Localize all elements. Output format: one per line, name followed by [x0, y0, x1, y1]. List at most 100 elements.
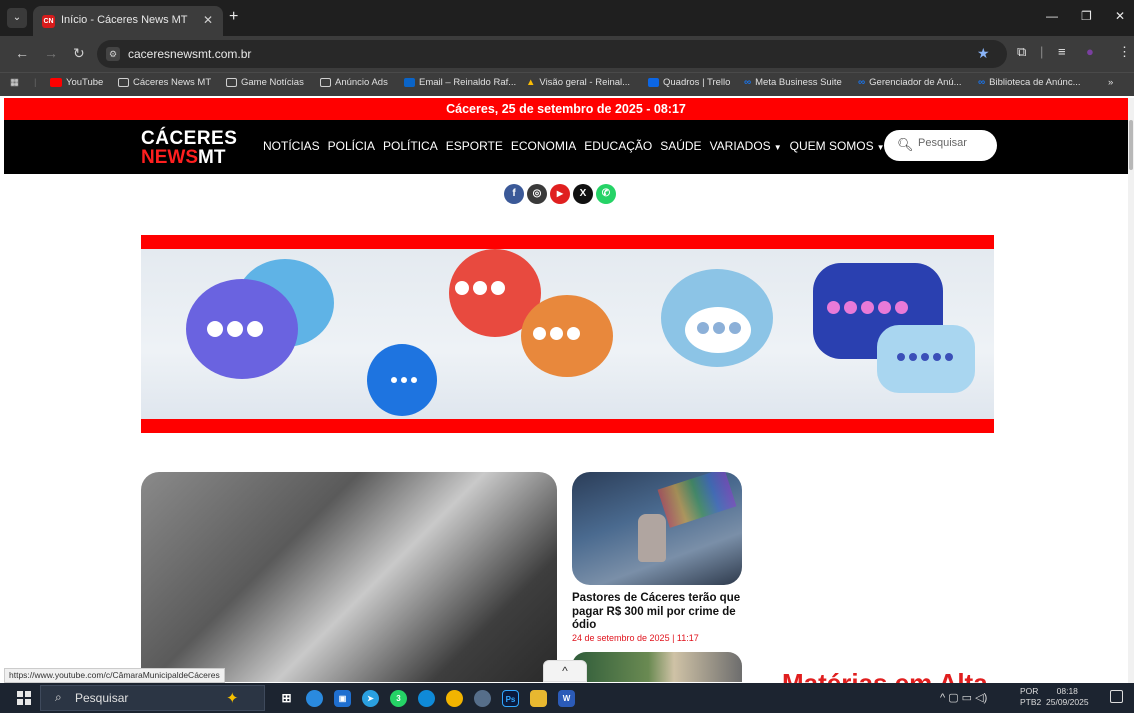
- logo-news-text: NEWS: [141, 147, 198, 168]
- bookmark-trello[interactable]: Quadros | Trello: [648, 77, 730, 88]
- url-text[interactable]: caceresnewsmt.com.br: [128, 47, 251, 61]
- copilot-sparkle-icon[interactable]: ✦: [226, 689, 239, 707]
- close-tab-icon[interactable]: ✕: [203, 13, 213, 27]
- taskbar-clock[interactable]: 08:18 25/09/2025: [1046, 686, 1089, 708]
- telegram-icon[interactable]: ➤: [362, 690, 379, 707]
- menu-kebab-icon[interactable]: ⋮: [1118, 44, 1131, 60]
- page-scrollbar[interactable]: [1128, 98, 1134, 683]
- nav-variados[interactable]: VARIADOS ▼: [710, 139, 782, 153]
- notifications-icon[interactable]: [1110, 690, 1123, 703]
- main-navigation: NOTÍCIAS POLÍCIA POLÍTICA ESPORTE ECONOM…: [263, 139, 885, 153]
- new-tab-button[interactable]: +: [229, 8, 238, 26]
- bookmark-caceres-news[interactable]: Cáceres News MT: [118, 77, 211, 88]
- youtube-icon: [50, 78, 62, 87]
- logo-newsmt[interactable]: NEWSMT: [141, 147, 225, 169]
- news-thumbnail-image[interactable]: [572, 472, 742, 585]
- address-bar[interactable]: ⚙ caceresnewsmt.com.br ★: [97, 40, 1007, 68]
- reload-icon[interactable]: ↻: [73, 45, 85, 62]
- close-window-icon[interactable]: ✕: [1115, 9, 1125, 23]
- bookmark-meta-business[interactable]: ∞ Meta Business Suite: [744, 77, 842, 88]
- paint-icon[interactable]: [474, 690, 491, 707]
- minimize-icon[interactable]: —: [1046, 9, 1058, 23]
- bookmark-biblioteca[interactable]: ∞ Biblioteca de Anúnc...: [978, 77, 1081, 88]
- bookmark-gerenciador[interactable]: ∞ Gerenciador de Anú...: [858, 77, 962, 88]
- apps-grid-icon[interactable]: ▦: [10, 77, 19, 88]
- logo-mt-text: MT: [198, 147, 226, 168]
- trello-icon: [648, 78, 659, 87]
- lang-top: POR: [1020, 686, 1039, 696]
- nav-economia[interactable]: ECONOMIA: [511, 139, 576, 153]
- chrome-icon[interactable]: [446, 690, 463, 707]
- nav-quem-somos[interactable]: QUEM SOMOS ▼: [790, 139, 885, 153]
- bookmark-label: Quadros | Trello: [663, 77, 731, 88]
- nav-policia[interactable]: POLÍCIA: [328, 139, 375, 153]
- bookmarks-bar: ▦ | YouTube Cáceres News MT Game Notícia…: [0, 72, 1134, 96]
- forward-icon[interactable]: →: [44, 45, 58, 61]
- bookmark-label: Gerenciador de Anú...: [869, 77, 962, 88]
- nav-saude[interactable]: SAÚDE: [660, 139, 701, 153]
- tab-search-dropdown-button[interactable]: ⌄: [7, 8, 27, 28]
- news-headline[interactable]: Pastores de Cáceres terão que pagar R$ 3…: [572, 592, 742, 633]
- outlook-icon: [404, 78, 415, 87]
- ad-banner-chat-bubbles[interactable]: [141, 249, 994, 419]
- nav-esporte[interactable]: ESPORTE: [446, 139, 503, 153]
- reading-list-icon[interactable]: ≡: [1058, 44, 1066, 59]
- photoshop-icon[interactable]: Ps: [502, 690, 519, 707]
- nav-educacao[interactable]: EDUCAÇÃO: [584, 139, 652, 153]
- edge-icon[interactable]: [418, 690, 435, 707]
- taskbar-search-text: Pesquisar: [75, 691, 129, 705]
- search-input[interactable]: [918, 137, 988, 149]
- tab-title: Início - Cáceres News MT: [61, 14, 188, 26]
- meta-icon: ∞: [858, 77, 866, 88]
- news-thumbnail-image[interactable]: [572, 652, 742, 682]
- nav-politica[interactable]: POLÍTICA: [383, 139, 438, 153]
- extensions-icon[interactable]: ⧉: [1017, 44, 1026, 60]
- search-icon: ⌕: [55, 690, 62, 704]
- bookmark-label: Game Notícias: [241, 77, 304, 88]
- back-icon[interactable]: ←: [15, 45, 29, 61]
- scrollbar-thumb[interactable]: [1129, 120, 1133, 170]
- whatsapp-icon[interactable]: ✆: [596, 184, 616, 204]
- store-icon[interactable]: ▣: [334, 690, 351, 707]
- youtube-icon[interactable]: ▶: [550, 184, 570, 204]
- scroll-to-top-button[interactable]: ^: [543, 660, 587, 682]
- whatsapp-icon[interactable]: 3: [390, 690, 407, 707]
- social-links: f ◎ ▶ X ✆: [504, 184, 616, 204]
- instagram-icon[interactable]: ◎: [527, 184, 547, 204]
- bookmark-email[interactable]: Email – Reinaldo Raf...: [404, 77, 516, 88]
- bookmark-star-icon[interactable]: ★: [977, 45, 990, 62]
- bookmark-label: Visão geral - Reinal...: [539, 77, 631, 88]
- meta-icon: ∞: [744, 77, 752, 88]
- bookmark-visao-geral[interactable]: ▲ Visão geral - Reinal...: [526, 77, 630, 88]
- file-explorer-icon[interactable]: [530, 690, 547, 707]
- restore-icon[interactable]: ❐: [1081, 9, 1092, 23]
- nav-quem-somos-label: QUEM SOMOS: [789, 139, 874, 153]
- site-info-icon[interactable]: ⚙: [106, 47, 120, 61]
- profile-icon[interactable]: ●: [1086, 44, 1094, 59]
- system-tray-icons[interactable]: ^ ▢ ▭ ◁): [940, 691, 987, 704]
- taskbar-search-box[interactable]: ⌕ Pesquisar ✦: [40, 685, 265, 711]
- windows-start-icon[interactable]: [17, 691, 31, 705]
- language-indicator[interactable]: POR PTB2: [1020, 686, 1041, 708]
- word-icon[interactable]: W: [558, 690, 575, 707]
- bookmark-label: Anúncio Ads: [335, 77, 388, 88]
- windows-taskbar: ⌕ Pesquisar ✦ ⊞ ▣ ➤ 3 Ps W ^ ▢ ▭ ◁) POR P…: [0, 683, 1134, 713]
- bookmark-label: YouTube: [66, 77, 104, 88]
- bookmark-anuncio-ads[interactable]: Anúncio Ads: [320, 77, 388, 88]
- nav-variados-label: VARIADOS: [709, 139, 771, 153]
- folder-icon: [320, 78, 331, 87]
- search-icon[interactable]: 🔍︎: [897, 137, 914, 153]
- nav-noticias[interactable]: NOTÍCIAS: [263, 139, 320, 153]
- browser-tab-active[interactable]: CN Início - Cáceres News MT ✕: [33, 6, 223, 36]
- site-search-box[interactable]: 🔍︎: [884, 130, 997, 161]
- x-icon[interactable]: X: [573, 184, 593, 204]
- featured-news-image[interactable]: [141, 472, 557, 682]
- facebook-icon[interactable]: f: [504, 184, 524, 204]
- meta-icon: ∞: [978, 77, 986, 88]
- bookmark-game-noticias[interactable]: Game Notícias: [226, 77, 304, 88]
- task-view-icon[interactable]: ⊞: [278, 690, 295, 707]
- bookmark-youtube[interactable]: YouTube: [50, 77, 103, 88]
- more-bookmarks-icon[interactable]: »: [1108, 77, 1113, 88]
- copilot-icon[interactable]: [306, 690, 323, 707]
- raised-fist-icon: [638, 514, 666, 562]
